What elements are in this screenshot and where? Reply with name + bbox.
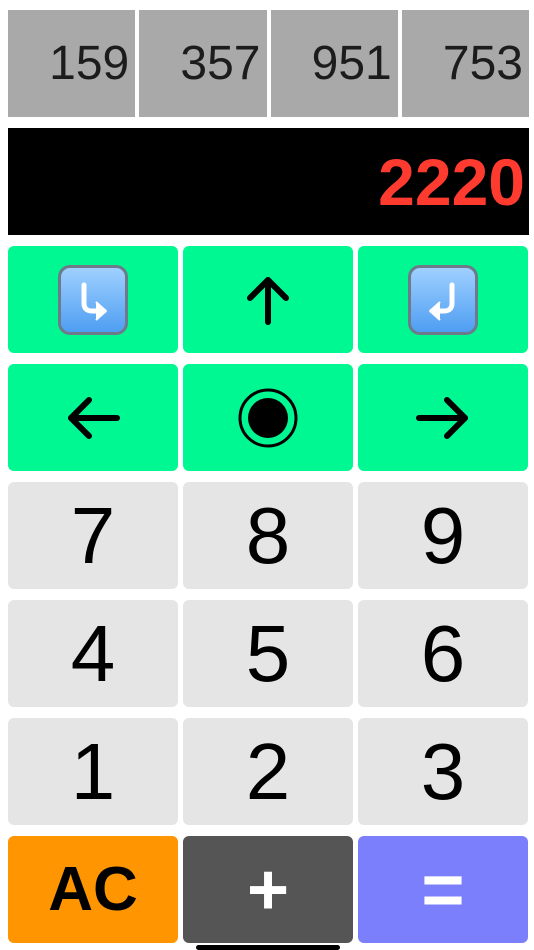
right-arrow-icon	[416, 396, 468, 439]
digit-3-button[interactable]: 3	[358, 718, 528, 825]
digit-5-button[interactable]: 5	[183, 600, 353, 707]
navigation-pad	[8, 246, 529, 471]
redo-right-icon	[58, 264, 128, 335]
number-cell-2[interactable]: 357	[139, 10, 267, 117]
digit-1-button[interactable]: 1	[8, 718, 178, 825]
digit-8-button[interactable]: 8	[183, 482, 353, 589]
plus-button[interactable]: +	[183, 836, 353, 943]
number-cell-1[interactable]: 159	[8, 10, 136, 117]
center-select-icon	[238, 388, 298, 447]
home-indicator[interactable]	[196, 945, 340, 950]
right-button[interactable]	[358, 364, 528, 471]
number-cell-4[interactable]: 753	[401, 10, 529, 117]
up-arrow-icon	[247, 276, 289, 325]
digit-6-button[interactable]: 6	[358, 600, 528, 707]
center-button[interactable]	[183, 364, 353, 471]
calculator-app: 159 357 951 753 2220 7 8 9 4 5 6 1 2 3 A…	[0, 0, 534, 950]
undo-button[interactable]	[358, 246, 528, 353]
keypad: 7 8 9 4 5 6 1 2 3 AC + =	[8, 482, 529, 943]
left-button[interactable]	[8, 364, 178, 471]
result-value: 2220	[378, 144, 525, 219]
digit-9-button[interactable]: 9	[358, 482, 528, 589]
result-display: 2220	[8, 128, 529, 235]
number-strip: 159 357 951 753	[8, 10, 529, 117]
undo-left-icon	[408, 264, 478, 335]
up-button[interactable]	[183, 246, 353, 353]
digit-2-button[interactable]: 2	[183, 718, 353, 825]
digit-7-button[interactable]: 7	[8, 482, 178, 589]
redo-button[interactable]	[8, 246, 178, 353]
number-cell-3[interactable]: 951	[270, 10, 398, 117]
left-arrow-icon	[68, 396, 120, 439]
all-clear-button[interactable]: AC	[8, 836, 178, 943]
equals-button[interactable]: =	[358, 836, 528, 943]
digit-4-button[interactable]: 4	[8, 600, 178, 707]
